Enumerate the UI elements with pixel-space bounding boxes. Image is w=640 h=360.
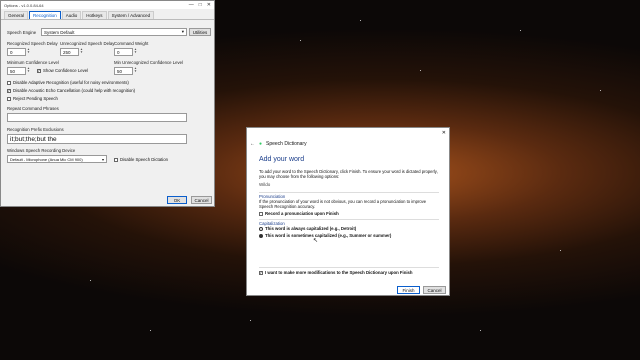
command-weight-label: Command Weight <box>114 41 149 46</box>
radio-icon <box>259 226 263 231</box>
radio-selected-icon <box>259 233 263 238</box>
min-unrec-confidence-label: Min Unrecognized Confidence Level <box>114 60 184 65</box>
chevron-down-icon: ▾ <box>181 29 184 34</box>
disable-echo-label: Disable Acoustic Echo Cancellation (coul… <box>13 88 136 93</box>
show-confidence-checkbox[interactable]: ✓ Show Confidence Level <box>37 68 88 73</box>
tab-hotkeys[interactable]: Hotkeys <box>82 11 107 19</box>
options-titlebar[interactable]: Options - v1.0.0.84-64 — □ ✕ <box>1 1 214 9</box>
tab-system-advanced[interactable]: System / Advanced <box>107 11 155 19</box>
tab-audio[interactable]: Audio <box>61 11 82 19</box>
reject-pending-checkbox[interactable]: Reject Pending Speech <box>7 96 58 101</box>
close-icon[interactable]: ✕ <box>207 2 211 8</box>
disable-echo-checkbox[interactable]: ✓ Disable Acoustic Echo Cancellation (co… <box>7 88 135 93</box>
disable-dictation-checkbox[interactable]: Disable Speech Dictation <box>114 157 168 162</box>
repeat-phrases-input[interactable] <box>7 113 187 122</box>
recording-device-label: Windows Speech Recording Device <box>7 148 76 153</box>
disable-adaptive-label: Disable Adaptive Recognition (useful for… <box>13 80 129 85</box>
finish-label: Finish <box>402 287 415 293</box>
speech-dictionary-dialog: ✕ ← ● Speech Dictionary Add your word To… <box>246 127 450 296</box>
record-pronunciation-label: Record a pronunciation upon Finish <box>265 211 339 216</box>
cancel-button[interactable]: Cancel <box>191 196 212 204</box>
recognized-delay-spinner[interactable]: ▲ ▼ <box>27 48 30 54</box>
options-title: Options - v1.0.0.84-64 <box>4 2 44 8</box>
speech-dictionary-icon: ● <box>259 141 263 147</box>
record-pronunciation-checkbox[interactable]: Record a pronunciation upon Finish <box>259 211 339 216</box>
dialog-cancel-label: Cancel <box>427 287 442 293</box>
minimize-icon[interactable]: — <box>189 2 194 8</box>
tab-recognition[interactable]: Recognition <box>29 11 61 19</box>
unrecognized-delay-value: 250 <box>63 49 71 55</box>
dialog-title: Speech Dictionary <box>266 141 307 147</box>
tab-general[interactable]: General <box>4 11 29 19</box>
checkbox-icon <box>259 211 263 216</box>
min-confidence-spinner[interactable]: ▲ ▼ <box>27 67 30 73</box>
section-divider <box>259 267 439 268</box>
checkbox-icon: ✓ <box>37 67 41 73</box>
disable-adaptive-checkbox[interactable]: Disable Adaptive Recognition (useful for… <box>7 80 129 85</box>
speech-engine-label: Speech Engine <box>7 30 37 35</box>
min-unrec-confidence-input[interactable]: 50 <box>114 67 133 75</box>
speech-engine-select[interactable]: System Default ▾ <box>41 28 187 36</box>
options-tabs: General Recognition Audio Hotkeys System… <box>1 9 214 20</box>
pronunciation-text: If the pronunciation of your word is not… <box>259 199 427 209</box>
recognized-delay-input[interactable]: 0 <box>7 48 26 56</box>
section-divider <box>259 192 439 193</box>
min-unrec-confidence-spinner[interactable]: ▲ ▼ <box>134 67 137 73</box>
prefix-exclusions-input[interactable]: it;but;the;but the <box>7 134 187 144</box>
mouse-cursor-icon: ↖ <box>313 238 319 244</box>
checkbox-icon <box>7 80 11 85</box>
close-icon[interactable]: ✕ <box>442 130 446 136</box>
finish-button[interactable]: Finish <box>397 286 420 294</box>
more-modifications-label: I want to make more modifications to the… <box>265 270 413 275</box>
checkbox-icon <box>114 157 118 162</box>
min-confidence-label: Minimum Confidence Level <box>7 60 59 65</box>
ok-label: OK <box>173 197 181 203</box>
recognized-delay-value: 0 <box>10 49 13 55</box>
ok-button[interactable]: OK <box>167 196 187 204</box>
utilities-label: Utilities <box>192 29 208 35</box>
command-weight-value: 0 <box>117 49 120 55</box>
back-arrow-icon[interactable]: ← <box>250 141 255 147</box>
reject-pending-label: Reject Pending Speech <box>13 96 58 101</box>
min-confidence-input[interactable]: 50 <box>7 67 26 75</box>
chevron-down-icon: ▾ <box>101 156 104 162</box>
unrecognized-delay-label: Unrecognized Speech Delay <box>60 41 115 46</box>
unrecognized-delay-spinner[interactable]: ▲ ▼ <box>80 48 83 54</box>
dialog-heading: Add your word <box>259 156 305 163</box>
options-window: Options - v1.0.0.84-64 — □ ✕ General Rec… <box>0 0 215 207</box>
maximize-icon[interactable]: □ <box>199 2 202 8</box>
recording-device-select[interactable]: Default - Microphone (Anua Mic CM 900) ▾ <box>7 155 107 163</box>
checkbox-icon <box>7 96 11 101</box>
disable-dictation-label: Disable Speech Dictation <box>120 157 169 162</box>
command-weight-input[interactable]: 0 <box>114 48 133 56</box>
cap-sometimes-label: This word is sometimes capitalized (e.g.… <box>265 233 392 238</box>
more-modifications-checkbox[interactable]: ✓ I want to make more modifications to t… <box>259 270 413 275</box>
min-unrec-confidence-value: 50 <box>117 68 123 74</box>
word-value: Wildo <box>259 182 271 187</box>
recording-device-value: Default - Microphone (Anua Mic CM 900) <box>10 156 83 162</box>
prefix-exclusions-label: Recognition Prefix Exclusions <box>7 127 64 132</box>
cancel-label: Cancel <box>194 197 209 203</box>
utilities-button[interactable]: Utilities <box>189 28 211 36</box>
recognized-delay-label: Recognized Speech Delay <box>7 41 58 46</box>
dialog-intro: To add your word to the Speech Dictionar… <box>259 169 438 179</box>
cap-sometimes-radio[interactable]: This word is sometimes capitalized (e.g.… <box>259 233 391 238</box>
show-confidence-label: Show Confidence Level <box>43 68 89 73</box>
speech-engine-value: System Default <box>44 29 75 35</box>
dialog-cancel-button[interactable]: Cancel <box>423 286 446 294</box>
cap-always-label: This word is always capitalized (e.g., D… <box>265 226 357 231</box>
command-weight-spinner[interactable]: ▲ ▼ <box>134 48 137 54</box>
cap-always-radio[interactable]: This word is always capitalized (e.g., D… <box>259 226 356 231</box>
checkbox-icon: ✓ <box>7 87 11 93</box>
section-divider <box>259 219 439 220</box>
checkbox-icon: ✓ <box>259 269 263 275</box>
unrecognized-delay-input[interactable]: 250 <box>60 48 79 56</box>
prefix-exclusions-value: it;but;the;but the <box>10 135 57 143</box>
min-confidence-value: 50 <box>10 68 16 74</box>
repeat-phrases-label: Repeat Command Phrases <box>7 106 59 111</box>
